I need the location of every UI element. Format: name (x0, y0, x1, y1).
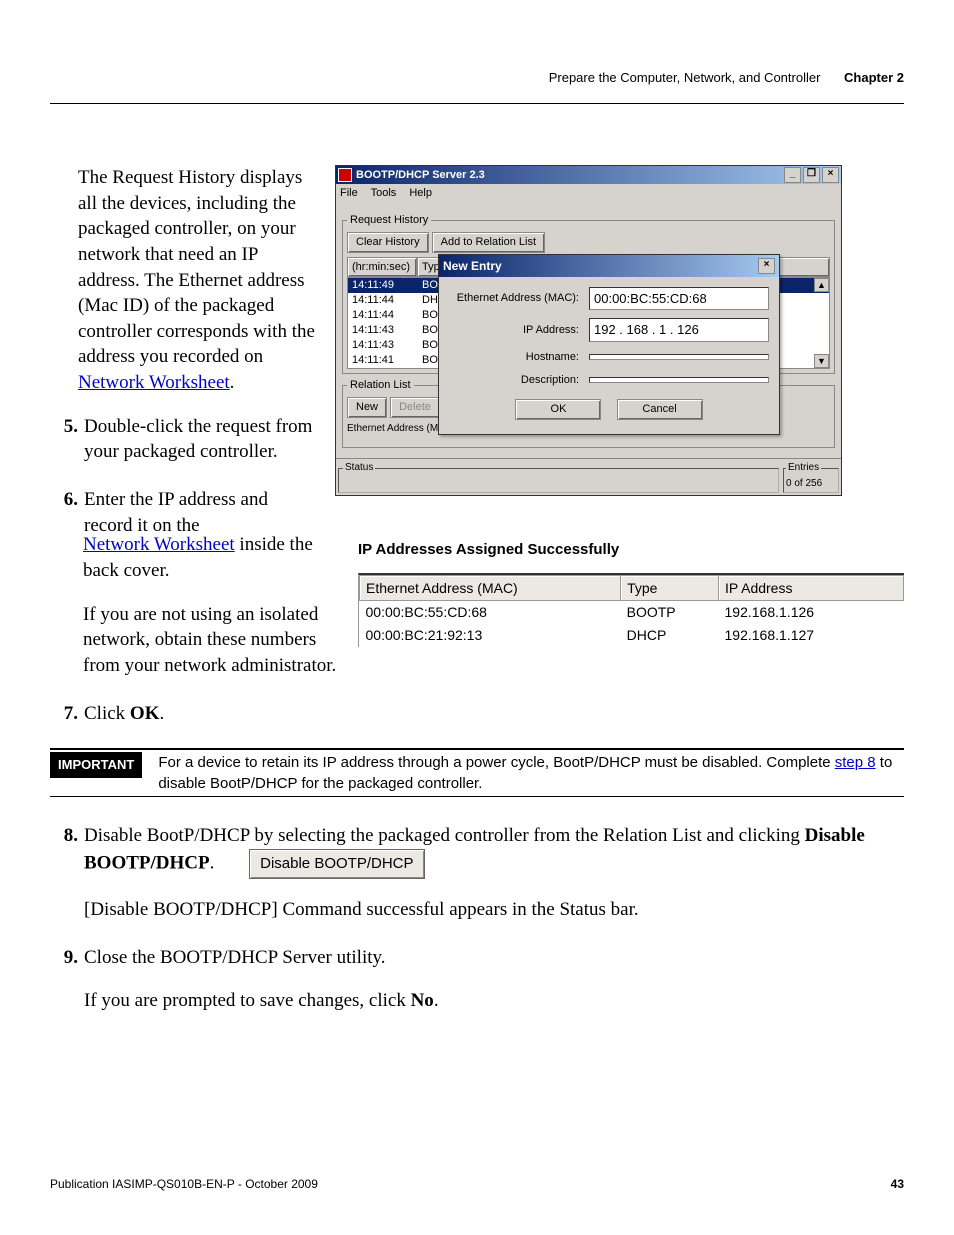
scroll-up-button[interactable]: ▲ (814, 278, 829, 292)
scroll-down-button[interactable]: ▼ (814, 354, 829, 368)
dialog-close-button[interactable]: × (758, 258, 775, 274)
important-callout: IMPORTANT For a device to retain its IP … (50, 752, 904, 794)
publication-info: Publication IASIMP-QS010B-EN-P - October… (50, 1177, 318, 1191)
menu-tools[interactable]: Tools (371, 187, 397, 199)
page-number: 43 (891, 1177, 904, 1191)
menu-help[interactable]: Help (409, 187, 432, 199)
callout-rule-top (50, 748, 904, 750)
bootp-server-window: BOOTP/DHCP Server 2.3 _ ❐ × File Tools H… (335, 165, 842, 496)
request-history-group: Request History Clear History Add to Rel… (342, 213, 835, 375)
minimize-button[interactable]: _ (784, 167, 801, 183)
ip-assigned-table: Ethernet Address (MAC) Type IP Address 0… (358, 573, 904, 648)
step-7: 7. Click OK. (50, 701, 904, 727)
description-label: Description: (449, 373, 589, 388)
description-input[interactable] (589, 377, 769, 383)
app-icon (338, 168, 352, 182)
hostname-input[interactable] (589, 354, 769, 360)
dialog-title: New Entry (443, 258, 502, 274)
cancel-button[interactable]: Cancel (617, 399, 703, 420)
ip-col-type: Type (621, 575, 719, 601)
ip-assigned-heading: IP Addresses Assigned Successfully (358, 540, 904, 560)
menu-bar: File Tools Help (336, 184, 841, 203)
step-8: 8. Disable BootP/DHCP by selecting the p… (50, 823, 904, 923)
section-name: Prepare the Computer, Network, and Contr… (549, 70, 821, 85)
important-label: IMPORTANT (50, 752, 142, 778)
menu-file[interactable]: File (340, 187, 358, 199)
ip-col-ip: IP Address (719, 575, 904, 601)
table-row: 00:00:BC:55:CD:68 BOOTP 192.168.1.126 (360, 601, 904, 624)
clear-history-button[interactable]: Clear History (347, 232, 429, 253)
ip-input[interactable]: 192 . 168 . 1 . 126 (589, 318, 769, 342)
step-9: 9. Close the BOOTP/DHCP Server utility. … (50, 945, 904, 1014)
window-titlebar[interactable]: BOOTP/DHCP Server 2.3 _ ❐ × (336, 166, 841, 184)
table-row: 00:00:BC:21:92:13 DHCP 192.168.1.127 (360, 624, 904, 647)
mac-label: Ethernet Address (MAC): (449, 291, 589, 306)
relation-list-legend: Relation List (347, 378, 414, 393)
hostname-label: Hostname: (449, 350, 589, 365)
network-worksheet-link[interactable]: Network Worksheet (78, 372, 230, 393)
mac-input[interactable]: 00:00:BC:55:CD:68 (589, 287, 769, 311)
ip-col-mac: Ethernet Address (MAC) (360, 575, 621, 601)
window-title: BOOTP/DHCP Server 2.3 (356, 168, 485, 183)
new-entry-dialog: New Entry × Ethernet Address (MAC): 00:0… (438, 254, 780, 436)
restore-button[interactable]: ❐ (803, 167, 820, 183)
step-9-note: If you are prompted to save changes, cli… (84, 988, 904, 1014)
callout-rule-bottom (50, 796, 904, 797)
header-rule (50, 103, 904, 104)
step-8-result: [Disable BOOTP/DHCP] Command successful … (84, 897, 904, 923)
step-5: 5. Double-click the request from your pa… (50, 414, 320, 465)
page-content: The Request History displays all the dev… (50, 165, 904, 1014)
status-box: Status (338, 461, 779, 493)
page-footer: Publication IASIMP-QS010B-EN-P - October… (50, 1177, 904, 1191)
new-button[interactable]: New (347, 397, 387, 418)
request-history-legend: Request History (347, 213, 431, 228)
close-button[interactable]: × (822, 167, 839, 183)
col-time[interactable]: (hr:min:sec) (347, 257, 417, 278)
add-to-relation-list-button[interactable]: Add to Relation List (432, 232, 545, 253)
intro-paragraph: The Request History displays all the dev… (78, 165, 320, 396)
step-6: 6. Enter the IP address and record it on… (50, 487, 320, 538)
running-header: Prepare the Computer, Network, and Contr… (549, 70, 904, 85)
ip-label: IP Address: (449, 323, 589, 338)
entries-box: Entries 0 of 256 (783, 461, 839, 493)
network-worksheet-link-2[interactable]: Network Worksheet (83, 534, 235, 555)
disable-bootp-dhcp-button[interactable]: Disable BOOTP/DHCP (249, 849, 424, 879)
step-8-link[interactable]: step 8 (835, 754, 876, 771)
ok-button[interactable]: OK (515, 399, 601, 420)
step-6-cont: Network Worksheet inside the back cover. (83, 532, 348, 583)
delete-button[interactable]: Delete (390, 397, 440, 418)
chapter-label: Chapter 2 (844, 70, 904, 85)
step-6-note: If you are not using an isolated network… (83, 602, 348, 679)
